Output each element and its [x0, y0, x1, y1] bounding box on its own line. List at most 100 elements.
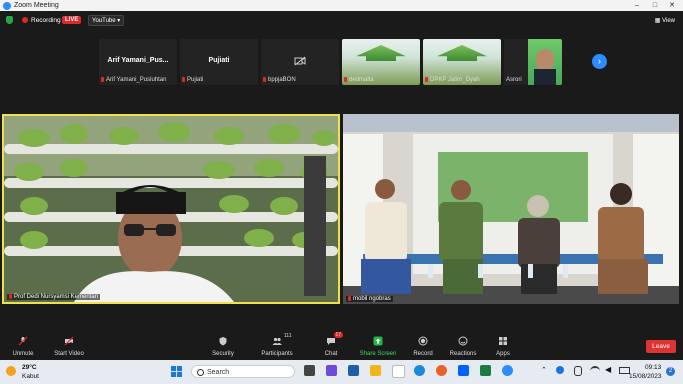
security-button[interactable]: Security — [208, 336, 238, 357]
maximize-button[interactable]: □ — [647, 0, 663, 11]
participants-label: Participants — [261, 351, 293, 357]
unmute-label: Unmute — [12, 351, 34, 357]
title-bar: Zoom Meeting – □ ✕ — [0, 0, 683, 11]
share-screen-label: Share Screen — [359, 351, 397, 357]
video-tile-panel[interactable]: mobil ngobras — [343, 114, 679, 304]
participant-tile[interactable]: DPKP Jatim_Dyah — [423, 39, 501, 85]
record-icon — [418, 336, 428, 346]
participants-button[interactable]: Participants 111 — [258, 333, 296, 357]
mic-off-icon — [18, 336, 28, 346]
weather-temperature[interactable]: 29°C — [22, 364, 37, 371]
security-label: Security — [212, 351, 234, 357]
participant-tile[interactable]: bppjaBON — [261, 39, 339, 85]
chat-label: Chat — [324, 351, 338, 357]
search-placeholder: Search — [207, 368, 230, 376]
volume-icon[interactable]: ◀ — [605, 365, 611, 374]
close-button[interactable]: ✕ — [664, 0, 680, 11]
participant-video — [528, 39, 562, 85]
share-screen-icon — [373, 336, 383, 346]
clock-time[interactable]: 09:13 — [645, 364, 661, 371]
panel-video — [343, 114, 679, 304]
weather-condition: Kabut — [22, 373, 39, 380]
panel-name: mobil ngobras — [353, 296, 391, 302]
search-icon — [197, 368, 204, 376]
google-drive-tray-icon[interactable] — [556, 366, 564, 374]
zoom-logo-icon — [3, 1, 11, 10]
panel-name-label: mobil ngobras — [346, 295, 393, 302]
tray-chevron-icon[interactable]: ⌃ — [541, 366, 547, 374]
start-video-button[interactable]: Start Video — [50, 336, 88, 357]
speaker-video — [4, 116, 338, 302]
microphone-tray-icon[interactable] — [574, 366, 582, 376]
teams-icon[interactable] — [326, 365, 337, 376]
mic-muted-icon — [9, 293, 12, 299]
participant-name: DPKP Jatim_Dyah — [430, 77, 480, 83]
mic-muted-icon — [182, 76, 185, 82]
excel-icon[interactable] — [480, 365, 491, 376]
weather-sun-icon — [6, 366, 16, 376]
reactions-button[interactable]: Reactions — [448, 336, 478, 357]
apps-label: Apps — [496, 351, 510, 357]
participant-shirt — [534, 69, 556, 85]
participants-count: 111 — [284, 333, 292, 339]
firefox-icon[interactable] — [436, 365, 447, 376]
recording-label[interactable]: Recording — [31, 17, 61, 24]
logo-background-image — [356, 45, 406, 61]
participant-name: bppjaBON — [268, 77, 296, 83]
logo-background-image — [437, 45, 487, 61]
people-icon — [272, 337, 282, 345]
meeting-top-bar: Recording LIVE YouTube ▾ ▦ View — [0, 11, 683, 30]
minimize-button[interactable]: – — [629, 0, 645, 11]
window-title: Zoom Meeting — [14, 1, 59, 9]
participant-face — [536, 49, 554, 71]
apps-button[interactable]: Apps — [492, 336, 514, 357]
participant-name: Asrori — [506, 77, 522, 83]
amazon-icon[interactable] — [392, 365, 405, 378]
share-screen-button[interactable]: Share Screen — [358, 336, 398, 357]
reactions-label: Reactions — [449, 351, 477, 357]
mic-muted-icon — [263, 76, 266, 82]
wifi-icon[interactable] — [590, 366, 600, 376]
participant-tile[interactable]: Pujiati Pujiati — [180, 39, 258, 85]
clock-date[interactable]: 15/08/2023 — [629, 373, 662, 380]
windows-start-icon[interactable] — [171, 366, 182, 377]
encryption-shield-icon[interactable] — [6, 16, 13, 24]
participant-name: dedmalta — [349, 77, 374, 83]
record-label: Record — [413, 351, 433, 357]
video-tile-speaker[interactable]: Prof Dedi Nursyamsi Kementan — [2, 114, 340, 304]
record-indicator-icon — [22, 17, 28, 23]
view-label: View — [662, 18, 675, 24]
taskbar-search-box[interactable]: Search — [191, 365, 295, 378]
meeting-controls: Unmute Start Video Security Participants… — [0, 330, 683, 360]
speaker-name-label: Prof Dedi Nursyamsi Kementan — [7, 293, 101, 300]
edge-icon[interactable] — [414, 365, 425, 376]
youtube-dropdown[interactable]: YouTube ▾ — [88, 15, 125, 26]
apps-icon — [499, 337, 507, 345]
start-video-label: Start Video — [54, 351, 84, 357]
video-off-icon — [64, 336, 74, 346]
leave-button[interactable]: Leave — [646, 340, 676, 353]
notification-badge[interactable]: 2 — [666, 367, 675, 376]
participant-display-name: Pujiati — [208, 57, 230, 64]
unmute-button[interactable]: Unmute — [8, 336, 38, 357]
participant-tile[interactable]: Asrori — [504, 39, 562, 85]
dropbox-icon[interactable] — [458, 365, 469, 376]
view-button[interactable]: ▦ View — [655, 17, 675, 24]
participant-tile[interactable]: dedmalta — [342, 39, 420, 85]
zoom-app-icon[interactable] — [502, 365, 513, 376]
participant-tile[interactable]: Arif Yamani_Pus... Arif Yamani_Pusluhtan — [99, 39, 177, 85]
mic-muted-icon — [348, 295, 351, 301]
store-icon[interactable] — [348, 365, 359, 376]
shield-icon — [219, 337, 227, 346]
video-off-icon — [294, 56, 306, 66]
chat-button[interactable]: Chat 17 — [318, 332, 344, 357]
next-page-button[interactable]: › — [592, 54, 607, 69]
speaker-name: Prof Dedi Nursyamsi Kementan — [14, 294, 99, 300]
participant-name: Pujiati — [187, 77, 204, 83]
smile-icon — [458, 336, 468, 346]
task-view-icon[interactable] — [304, 365, 315, 376]
chat-unread-badge: 17 — [334, 332, 343, 338]
record-button[interactable]: Record — [410, 336, 436, 357]
file-explorer-icon[interactable] — [370, 365, 381, 376]
mic-muted-icon — [344, 76, 347, 82]
